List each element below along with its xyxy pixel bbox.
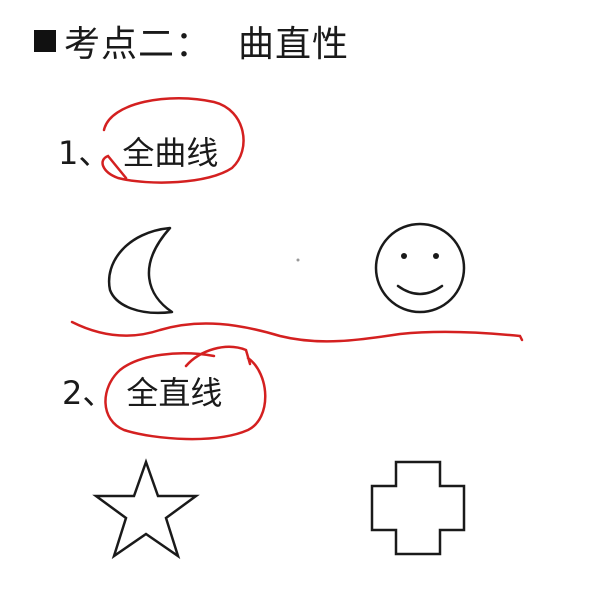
crescent-moon-icon	[107, 226, 174, 315]
stray-dot	[296, 258, 300, 262]
item-2: 2、 全直线	[62, 368, 222, 414]
red-divider-annotation	[70, 320, 524, 343]
item-1: 1、 全曲线	[58, 128, 218, 174]
item-2-label: 全直线	[126, 374, 223, 412]
heading-topic: 曲直性	[238, 24, 350, 65]
cross-icon	[370, 460, 466, 556]
page-title: 考点二： 曲直性	[34, 16, 349, 66]
heading-prefix: 考点二：	[64, 24, 213, 65]
square-bullet-icon	[34, 30, 56, 52]
figure-drawings	[70, 96, 524, 560]
star-icon	[92, 458, 200, 560]
item-2-number: 2、	[62, 374, 115, 412]
item-1-number: 1、	[58, 134, 111, 172]
item-1-label: 全曲线	[122, 134, 219, 172]
smiley-face-icon	[374, 222, 466, 314]
